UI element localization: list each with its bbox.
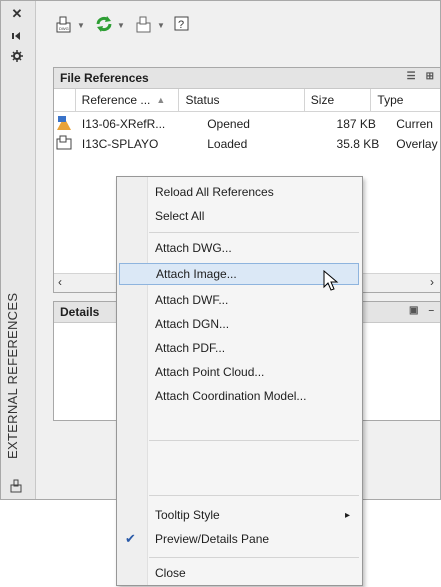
- scroll-left-icon[interactable]: ‹: [58, 275, 62, 289]
- reference-name: I13C-SPLAYO: [81, 137, 159, 151]
- column-header-status[interactable]: Status: [179, 89, 305, 111]
- reference-type: Overlay: [396, 137, 438, 151]
- table-row[interactable]: I13C-SPLAYO Loaded 35.8 KB Overlay: [54, 134, 440, 154]
- svg-text:DWG: DWG: [59, 26, 69, 31]
- menu-item-attach-pdf[interactable]: Attach PDF...: [117, 337, 362, 359]
- refresh-dropdown-arrow[interactable]: ▼: [117, 21, 125, 30]
- menu-separator: [149, 440, 359, 441]
- collapse-icon[interactable]: –: [428, 305, 434, 316]
- menu-separator: [149, 495, 359, 496]
- auto-hide-icon[interactable]: [10, 29, 24, 43]
- reference-size: 35.8 KB: [336, 137, 380, 151]
- column-header-reference[interactable]: Reference ... ▲: [76, 89, 180, 111]
- menu-item-tooltip-style[interactable]: Tooltip Style ▸: [117, 504, 362, 526]
- submenu-arrow-icon: ▸: [344, 509, 350, 521]
- tree-view-icon[interactable]: ⊞: [426, 71, 434, 82]
- menu-item-attach-dgn[interactable]: Attach DGN...: [117, 313, 362, 335]
- file-references-columns: Reference ... ▲ Status Size Type: [54, 89, 440, 112]
- menu-separator: [149, 232, 359, 233]
- attach-dwg-icon[interactable]: DWG: [55, 15, 73, 33]
- menu-separator: [149, 557, 359, 558]
- table-row[interactable]: I13-06-XRefR... Opened 187 KB Curren: [54, 114, 440, 134]
- reference-size: 187 KB: [336, 117, 376, 131]
- reference-status: Loaded: [207, 137, 248, 151]
- menu-item-attach-point-cloud[interactable]: Attach Point Cloud...: [117, 361, 362, 383]
- xref-file-icon: [54, 135, 76, 154]
- column-header-type[interactable]: Type: [371, 89, 440, 111]
- reference-name: I13-06-XRefR...: [81, 117, 166, 131]
- menu-item-attach-dwg[interactable]: Attach DWG...: [117, 237, 362, 259]
- menu-item-attach-coordination-model[interactable]: Attach Coordination Model...: [117, 385, 362, 407]
- external-references-icon: [10, 479, 24, 493]
- column-header-size[interactable]: Size: [305, 89, 372, 111]
- dwg-file-icon: [54, 115, 76, 134]
- palette-titlebar: ✕ EXTERNAL REFERENCES: [1, 1, 36, 499]
- icon-column-header[interactable]: [54, 89, 76, 111]
- checkmark-icon: ✔: [125, 531, 136, 546]
- scroll-right-icon[interactable]: ›: [430, 275, 434, 289]
- change-path-dropdown-arrow[interactable]: ▼: [157, 21, 165, 30]
- attach-dropdown-arrow[interactable]: ▼: [77, 21, 85, 30]
- list-view-icon[interactable]: ☰: [407, 71, 416, 82]
- mouse-cursor-icon: [323, 269, 339, 295]
- close-icon[interactable]: ✕: [10, 6, 24, 21]
- file-references-header: File References ☰ ⊞: [54, 68, 440, 89]
- change-path-icon[interactable]: [135, 15, 153, 33]
- context-menu: Reload All References Select All Attach …: [116, 176, 363, 586]
- refresh-icon[interactable]: [95, 15, 113, 33]
- menu-item-preview-details-pane[interactable]: ✔ Preview/Details Pane: [117, 528, 362, 550]
- help-icon[interactable]: ?: [173, 15, 191, 33]
- menu-item-reload-all-references[interactable]: Reload All References: [117, 181, 362, 203]
- menu-item-close[interactable]: Close: [117, 562, 362, 584]
- preview-toggle-icon[interactable]: ▣: [409, 305, 418, 316]
- file-references-title: File References: [60, 71, 149, 85]
- palette-vertical-title: EXTERNAL REFERENCES: [5, 292, 20, 459]
- svg-text:?: ?: [178, 19, 184, 31]
- sort-ascending-icon: ▲: [156, 95, 166, 105]
- details-title: Details: [60, 305, 100, 319]
- properties-icon[interactable]: [10, 49, 24, 63]
- reference-status: Opened: [207, 117, 250, 131]
- menu-item-select-all[interactable]: Select All: [117, 205, 362, 227]
- reference-type: Curren: [396, 117, 433, 131]
